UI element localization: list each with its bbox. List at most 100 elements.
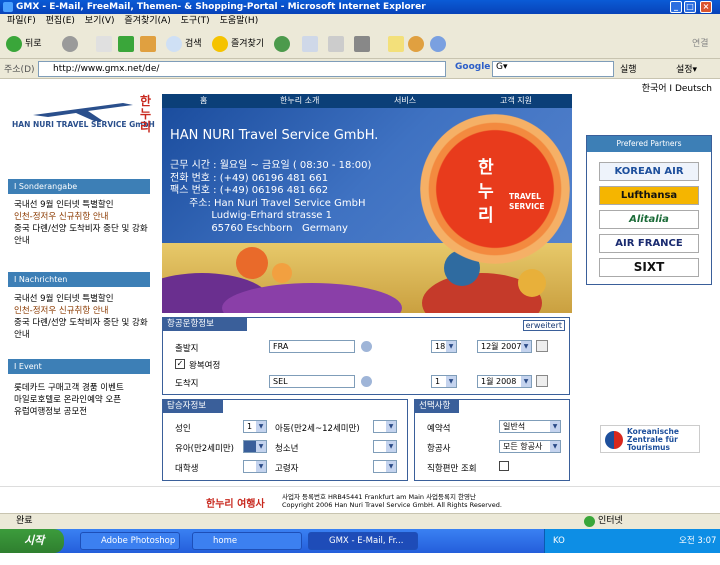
notes-icon[interactable] <box>388 36 404 52</box>
menu-bar: 파일(F) 편집(E) 보기(V) 즐겨찾기(A) 도구(T) 도움말(H) <box>0 14 720 29</box>
list-item[interactable]: 중국 다롄/선양 도착비자 중단 및 강화안내 <box>14 223 154 247</box>
google-search-input[interactable]: G▾ <box>492 61 614 77</box>
partners-box: Prefered Partners KOREAN AIR Lufthansa A… <box>586 135 712 285</box>
class-select[interactable]: 일반석 <box>499 420 561 433</box>
task-gmx[interactable]: GMX - E-Mail, Fr... <box>308 532 418 550</box>
korean-air-logo[interactable]: KOREAN AIR <box>599 162 699 181</box>
print-icon[interactable] <box>328 36 344 52</box>
refresh-icon[interactable] <box>118 36 134 52</box>
roundtrip-checkbox[interactable]: ✓ <box>175 359 185 369</box>
list-item[interactable]: 국내선 9월 인터넷 특별할인 <box>14 199 154 211</box>
folder-icon[interactable] <box>408 36 424 52</box>
calendar-icon[interactable] <box>536 375 548 387</box>
list-item[interactable]: 마일로호텔로 온라인예약 오픈 <box>14 394 154 406</box>
nav-services[interactable]: 서비스 <box>394 94 416 108</box>
section-head-nachrichten: I Nachrichten <box>8 272 150 287</box>
links-label[interactable]: 연결 <box>692 36 709 52</box>
mail-icon[interactable] <box>302 36 318 52</box>
globe-icon[interactable] <box>361 341 372 352</box>
arrival-value: SEL <box>273 377 288 386</box>
departure-input[interactable]: FRA <box>269 340 355 353</box>
url-text: http://www.gmx.net/de/ <box>53 64 160 74</box>
youth-select[interactable] <box>373 440 397 453</box>
messenger-icon[interactable] <box>430 36 446 52</box>
arrival-month-select[interactable]: 1월 2008 <box>477 375 532 388</box>
sixt-logo[interactable]: SIXT <box>599 258 699 277</box>
maximize-button[interactable]: □ <box>684 1 696 13</box>
adult-select[interactable]: 1 <box>243 420 267 433</box>
settings-button[interactable]: 설정▾ <box>676 62 697 75</box>
list-item[interactable]: 중국 다롄/선양 도착비자 중단 및 강화안내 <box>14 317 154 341</box>
task-photoshop[interactable]: Adobe Photoshop ... <box>80 532 180 562</box>
direct-checkbox[interactable] <box>499 461 509 471</box>
start-button[interactable]: 시작 <box>0 529 64 553</box>
address-label: 주소(D) <box>4 65 35 75</box>
window-title: GMX - E-Mail, FreeMail, Themen- & Shoppi… <box>16 2 426 12</box>
list-item[interactable]: 국내선 9월 인터넷 특별할인 <box>14 293 154 305</box>
search-button[interactable]: 검색 <box>185 36 202 52</box>
senior-select[interactable] <box>373 460 397 473</box>
list-item[interactable]: 인천-정저우 신규취항 안내 <box>14 211 154 223</box>
menu-help[interactable]: 도움말(H) <box>220 14 259 29</box>
company-title: HAN NURI Travel Service GmbH. <box>170 128 379 143</box>
menu-edit[interactable]: 편집(E) <box>46 14 75 29</box>
favorites-button[interactable]: 즐겨찾기 <box>231 36 264 52</box>
class-value: 일반석 <box>503 422 526 431</box>
kzt-logo[interactable]: Koreanische Zentrale für Tourismus <box>600 425 700 453</box>
menu-view[interactable]: 보기(V) <box>85 14 115 29</box>
address-input[interactable]: http://www.gmx.net/de/ <box>38 61 446 77</box>
nav-support[interactable]: 고객 지원 <box>500 94 532 108</box>
clock: 오전 3:07 <box>679 536 717 546</box>
child-select[interactable] <box>373 420 397 433</box>
student-select[interactable] <box>243 460 267 473</box>
infant-select[interactable] <box>243 440 267 453</box>
menu-file[interactable]: 파일(F) <box>7 14 36 29</box>
task-label: Adobe Photoshop ... <box>101 536 176 562</box>
task-home[interactable]: home <box>192 532 302 550</box>
top-nav: 홈 한누리 소개 서비스 고객 지원 <box>162 94 572 108</box>
nav-home[interactable]: 홈 <box>200 94 207 108</box>
minimize-button[interactable]: _ <box>670 1 682 13</box>
stop-icon[interactable] <box>96 36 112 52</box>
senior-label: 고령자 <box>275 464 299 474</box>
airline-select[interactable]: 모든 항공사 <box>499 440 561 453</box>
calendar-icon[interactable] <box>536 340 548 352</box>
nachrichten-list: 국내선 9월 인터넷 특별할인 인천-정저우 신규취항 안내 중국 다롄/선양 … <box>14 293 154 341</box>
run-button[interactable]: 실행 <box>620 62 637 75</box>
departure-month-select[interactable]: 12월 2007 <box>477 340 532 353</box>
favorites-icon[interactable] <box>212 36 228 52</box>
language-switch[interactable]: 한국어 I Deutsch <box>642 81 712 94</box>
home-icon[interactable] <box>140 36 156 52</box>
section-head-sonderangabe: I Sonderangabe <box>8 179 150 194</box>
list-item[interactable]: 롯데카드 구매고객 경품 이벤트 <box>14 382 154 394</box>
alitalia-logo[interactable]: Alitalia <box>599 210 699 229</box>
arrival-input[interactable]: SEL <box>269 375 355 388</box>
menu-tools[interactable]: 도구(T) <box>181 14 210 29</box>
nav-about[interactable]: 한누리 소개 <box>280 94 319 108</box>
lufthansa-logo[interactable]: Lufthansa <box>599 186 699 205</box>
youth-label: 청소년 <box>275 444 299 454</box>
menu-favorites[interactable]: 즐겨찾기(A) <box>124 14 170 29</box>
air-france-logo[interactable]: AIR FRANCE <box>599 234 699 253</box>
arrival-day-select[interactable]: 1 <box>431 375 457 388</box>
task-label: home <box>213 536 238 546</box>
status-bar: 완료 인터넷 <box>0 513 720 529</box>
list-item[interactable]: 인천-정저우 신규취항 안내 <box>14 305 154 317</box>
globe-icon[interactable] <box>361 376 372 387</box>
zone-text: 인터넷 <box>598 516 623 526</box>
edit-icon[interactable] <box>354 36 370 52</box>
departure-day-select[interactable]: 18 <box>431 340 457 353</box>
list-item[interactable]: 유럽여행정보 공모전 <box>14 406 154 418</box>
back-icon[interactable] <box>6 36 22 52</box>
adult-value: 1 <box>247 422 253 431</box>
search-icon[interactable] <box>166 36 182 52</box>
arrival-day-value: 1 <box>435 377 441 386</box>
forward-icon[interactable] <box>62 36 78 52</box>
history-icon[interactable] <box>274 36 290 52</box>
options-title: 선택사항 <box>415 400 459 413</box>
ime-indicator[interactable]: KO <box>553 529 565 553</box>
toolbar: 뒤로 검색 즐겨찾기 연결 <box>0 29 720 59</box>
back-button[interactable]: 뒤로 <box>25 36 42 52</box>
close-button[interactable]: × <box>700 1 712 13</box>
advanced-link[interactable]: erweitert <box>522 320 565 331</box>
